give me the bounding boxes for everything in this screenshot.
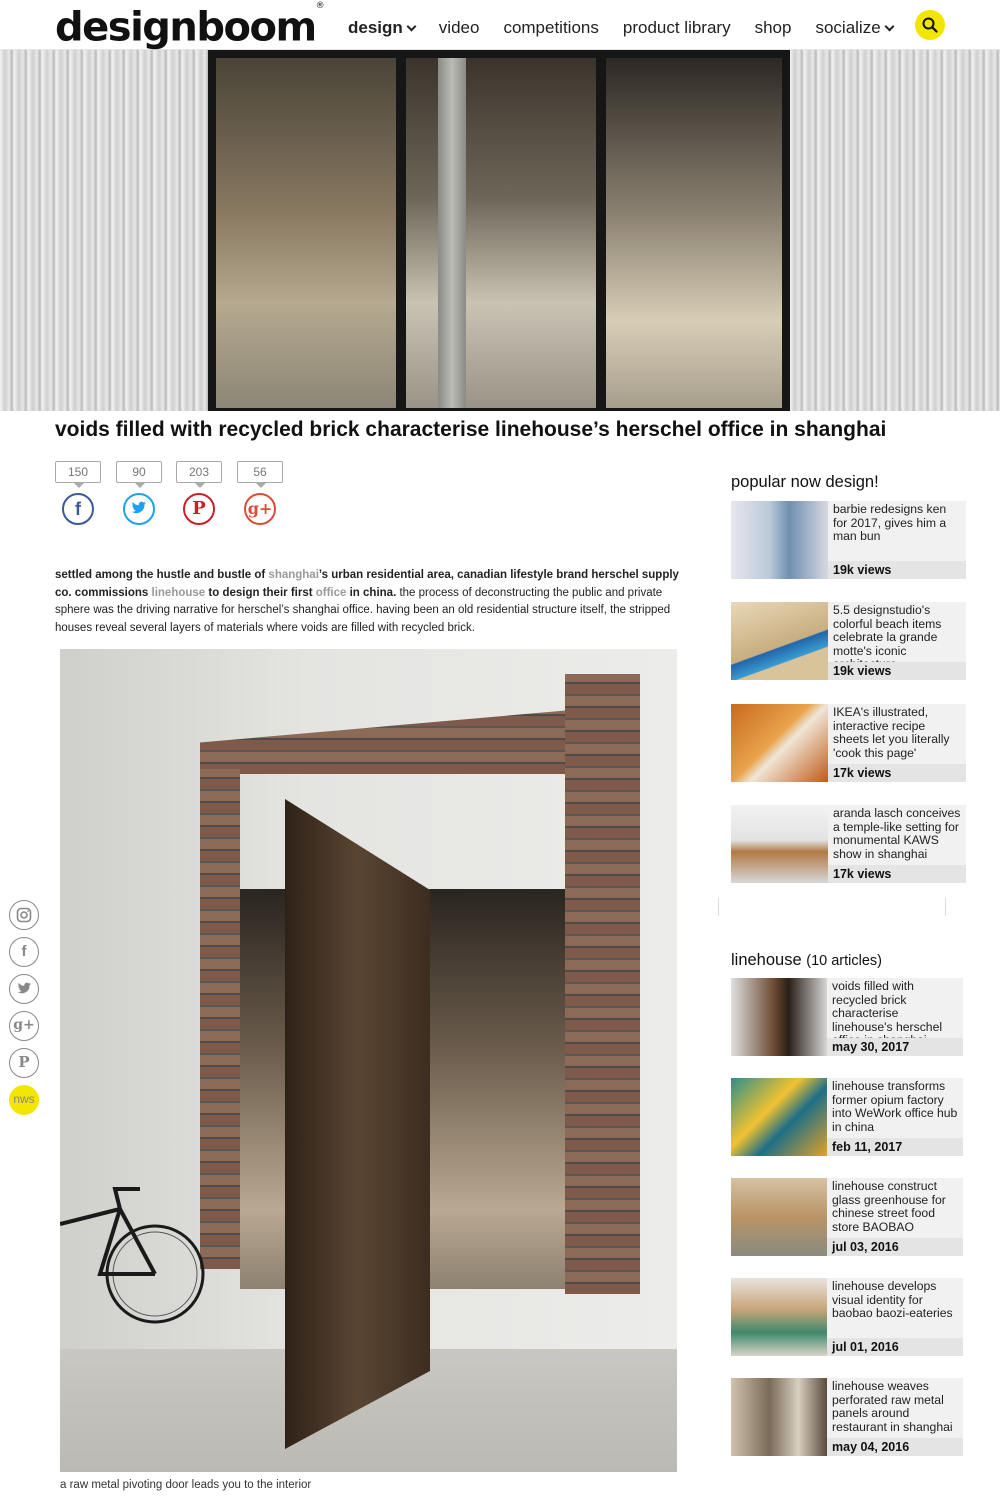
popular-card[interactable]: IKEA's illustrated, interactive recipe s… (731, 704, 966, 782)
site-logo[interactable]: designboom® (55, 1, 325, 49)
card-thumbnail (731, 602, 828, 680)
search-button[interactable] (915, 10, 945, 40)
office-glass-facade (208, 50, 790, 411)
nws-button[interactable]: nws (9, 1085, 39, 1115)
share-count: 203 (176, 461, 222, 488)
twitter-icon[interactable] (123, 493, 155, 525)
related-heading: linehouse (10 articles) (731, 951, 882, 969)
card-title: linehouse transforms former opium factor… (827, 1078, 963, 1138)
pinterest-icon[interactable]: P (9, 1048, 39, 1078)
article-body: settled among the hustle and bustle of s… (55, 569, 679, 634)
related-card[interactable]: linehouse weaves perforated raw metal pa… (731, 1378, 963, 1456)
main-nav: design video competitions product librar… (348, 18, 895, 38)
nav-item-video[interactable]: video (439, 18, 480, 38)
nav-item-shop[interactable]: shop (755, 18, 792, 38)
twitter-icon[interactable] (9, 974, 39, 1004)
glass-pane (216, 58, 396, 408)
card-thumbnail (731, 1278, 827, 1356)
glass-pane (606, 58, 782, 408)
instagram-icon[interactable] (9, 900, 39, 930)
article-title: voids filled with recycled brick charact… (55, 418, 887, 441)
google-plus-icon[interactable]: g+ (244, 493, 276, 525)
related-card[interactable]: linehouse construct glass greenhouse for… (731, 1178, 963, 1256)
card-date: feb 11, 2017 (827, 1138, 963, 1156)
share-google-plus[interactable]: 56 g+ (237, 461, 283, 525)
sidebar-divider (718, 898, 946, 916)
glass-pane (406, 58, 596, 408)
popular-card[interactable]: aranda lasch conceives a temple-like set… (731, 805, 966, 883)
facebook-icon[interactable]: f (9, 937, 39, 967)
concrete-column (438, 58, 466, 408)
social-rail: f g+ P nws (9, 900, 41, 1122)
corrugated-panel-left (0, 50, 208, 411)
share-count: 90 (116, 461, 162, 488)
card-date: may 30, 2017 (827, 1038, 963, 1056)
card-views: 17k views (828, 865, 966, 883)
card-title: IKEA's illustrated, interactive recipe s… (828, 704, 966, 764)
google-plus-icon[interactable]: g+ (9, 1011, 39, 1041)
search-icon (922, 17, 938, 33)
bicycle (60, 1187, 205, 1324)
nav-item-socialize[interactable]: socialize (815, 18, 895, 38)
nav-item-product-library[interactable]: product library (623, 18, 731, 38)
link-linehouse[interactable]: linehouse (152, 587, 206, 599)
card-views: 17k views (828, 764, 966, 782)
card-thumbnail (731, 805, 828, 883)
pinterest-icon[interactable]: P (183, 493, 215, 525)
card-date: jul 01, 2016 (827, 1338, 963, 1356)
card-date: jul 03, 2016 (827, 1238, 963, 1256)
link-shanghai[interactable]: shanghai (268, 569, 318, 581)
related-card[interactable]: linehouse develops visual identity for b… (731, 1278, 963, 1356)
popular-card[interactable]: 5.5 designstudio's colorful beach items … (731, 602, 966, 680)
card-title: voids filled with recycled brick charact… (827, 978, 963, 1038)
card-date: may 04, 2016 (827, 1438, 963, 1456)
share-count: 56 (237, 461, 283, 488)
nav-item-design[interactable]: design (348, 18, 417, 38)
card-thumbnail (731, 704, 828, 782)
card-title: linehouse weaves perforated raw metal pa… (827, 1378, 963, 1438)
facebook-icon[interactable]: f (62, 493, 94, 525)
card-title: barbie redesigns ken for 2017, gives him… (828, 501, 966, 561)
related-card[interactable]: linehouse transforms former opium factor… (731, 1078, 963, 1156)
article-image-pivot-door (60, 649, 677, 1472)
share-facebook[interactable]: 150 f (55, 461, 101, 525)
card-thumbnail (731, 1178, 827, 1256)
popular-heading: popular now design! (731, 473, 879, 491)
hero-image (0, 50, 1000, 411)
chevron-down-icon (884, 21, 895, 32)
link-office[interactable]: office (316, 587, 347, 599)
related-card[interactable]: voids filled with recycled brick charact… (731, 978, 963, 1056)
card-views: 19k views (828, 561, 966, 579)
image-caption: a raw metal pivoting door leads you to t… (60, 1479, 312, 1491)
card-title: aranda lasch conceives a temple-like set… (828, 805, 966, 865)
chevron-down-icon (406, 21, 417, 32)
card-title: linehouse construct glass greenhouse for… (827, 1178, 963, 1238)
share-pinterest[interactable]: 203 P (176, 461, 222, 525)
card-thumbnail (731, 501, 828, 579)
brick-frame-right (565, 674, 640, 1294)
card-thumbnail (731, 978, 827, 1056)
corrugated-panel-right (790, 50, 1000, 411)
card-title: 5.5 designstudio's colorful beach items … (828, 602, 966, 662)
related-count: (10 articles) (806, 953, 882, 969)
top-navigation-bar: designboom® design video competitions pr… (0, 0, 1000, 50)
card-thumbnail (731, 1378, 827, 1456)
nav-item-competitions[interactable]: competitions (503, 18, 598, 38)
card-views: 19k views (828, 662, 966, 680)
share-count: 150 (55, 461, 101, 488)
card-title: linehouse develops visual identity for b… (827, 1278, 963, 1338)
popular-card[interactable]: barbie redesigns ken for 2017, gives him… (731, 501, 966, 579)
pivot-door (285, 799, 430, 1449)
card-thumbnail (731, 1078, 827, 1156)
share-twitter[interactable]: 90 (116, 461, 162, 525)
